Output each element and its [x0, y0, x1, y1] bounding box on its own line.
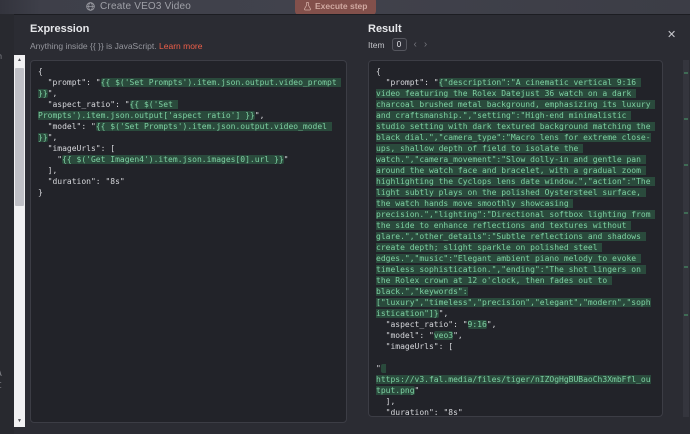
- flask-icon: [304, 2, 311, 11]
- expression-hint-text: Anything inside {{ }} is JavaScript.: [30, 41, 157, 51]
- result-title: Result: [368, 23, 402, 35]
- result-output-view: { "prompt": "{"description":"A cinematic…: [368, 60, 663, 417]
- close-icon[interactable]: ✕: [667, 28, 676, 41]
- item-label: Item: [368, 40, 385, 50]
- node-title: Create VEO3 Video: [100, 1, 191, 12]
- expression-title: Expression: [30, 23, 89, 35]
- execute-step-label: Execute step: [315, 1, 367, 11]
- chevron-left-icon[interactable]: ‹: [414, 38, 417, 51]
- item-index-input[interactable]: 0: [392, 38, 407, 51]
- result-overview-scrollbar: [683, 60, 689, 417]
- scrollbar-thumb[interactable]: [15, 68, 24, 206]
- learn-more-link[interactable]: Learn more: [159, 41, 202, 51]
- clipped-text-fragment: A: [0, 369, 2, 378]
- execute-step-button[interactable]: Execute step: [295, 0, 376, 14]
- item-pagination: Item 0 ‹ ›: [368, 38, 427, 51]
- clipped-text-fragment: C: [0, 381, 2, 390]
- expression-editor-modal-screen: Create VEO3 Video Execute step m A C ▲ ▼…: [0, 0, 690, 434]
- scroll-up-arrow-icon[interactable]: ▲: [14, 55, 25, 66]
- expression-code-editor[interactable]: { "prompt": "{{ $('Set Prompts').item.js…: [30, 60, 347, 423]
- clipped-text-fragment: m: [0, 52, 2, 61]
- variable-panel-edge: m A C: [0, 14, 14, 434]
- scroll-down-arrow-icon[interactable]: ▼: [14, 416, 25, 427]
- variable-panel-scrollbar[interactable]: ▲ ▼: [14, 55, 25, 427]
- globe-icon: [86, 2, 95, 11]
- expression-hint: Anything inside {{ }} is JavaScript. Lea…: [30, 41, 202, 51]
- chevron-right-icon[interactable]: ›: [424, 38, 427, 51]
- node-title-wrap: Create VEO3 Video: [86, 1, 191, 12]
- background-node-header: Create VEO3 Video Execute step: [0, 0, 690, 14]
